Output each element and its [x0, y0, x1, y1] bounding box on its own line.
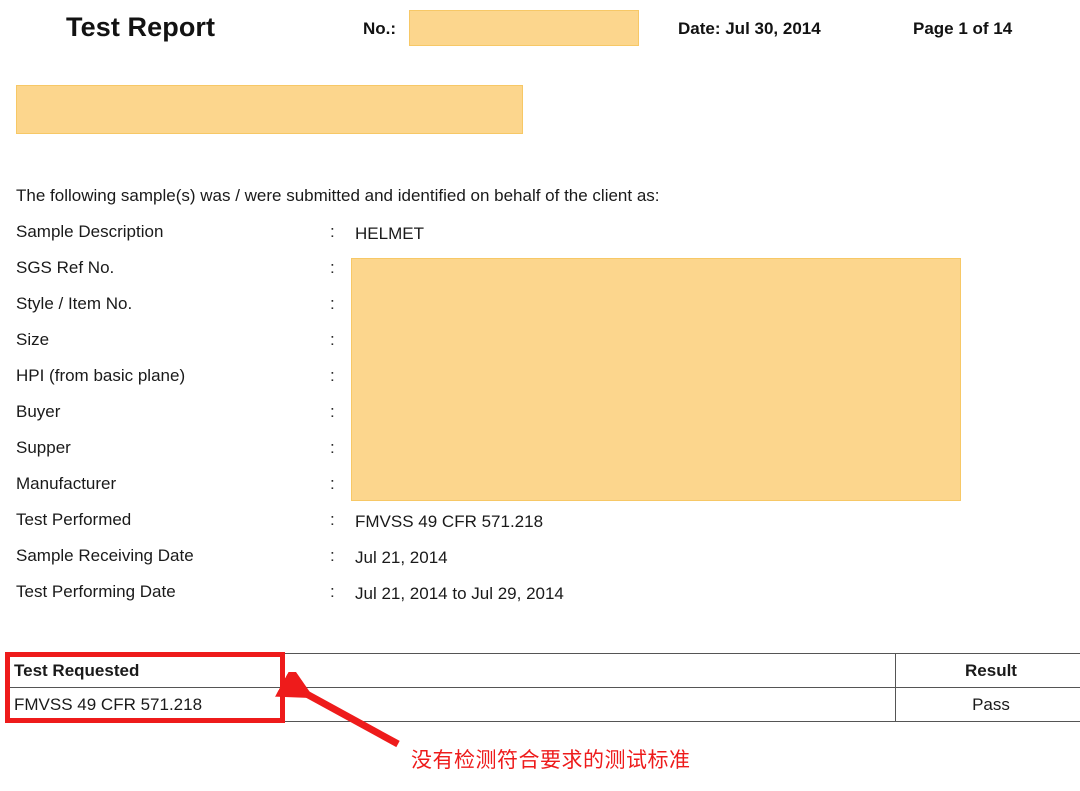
field-label: Size — [16, 330, 50, 349]
page-number: Page 1 of 14 — [913, 19, 1013, 38]
field-colon: : — [330, 402, 335, 421]
field-colon: : — [330, 474, 335, 493]
redaction-block-sample-details — [351, 258, 961, 501]
field-colon: : — [330, 294, 335, 313]
field-colon: : — [330, 222, 335, 241]
field-label: Test Performed — [16, 510, 132, 529]
page-title: Test Report — [66, 12, 216, 42]
field-label: Manufacturer — [16, 474, 117, 493]
field-row: Test Performing Date: Jul 21, 2014 to Jul… — [0, 582, 1080, 618]
field-label: Style / Item No. — [16, 294, 133, 313]
column-header-test-requested: Test Requested — [5, 653, 896, 688]
table-row: FMVSS 49 CFR 571.218 Pass — [5, 687, 1080, 722]
field-value: Jul 21, 2014 — [355, 548, 448, 567]
redaction-block-report-no — [409, 10, 639, 46]
field-value: Jul 21, 2014 to Jul 29, 2014 — [355, 584, 564, 603]
field-colon: : — [330, 330, 335, 349]
field-value: FMVSS 49 CFR 571.218 — [355, 512, 544, 531]
field-value: HELMET — [355, 224, 424, 243]
field-colon: : — [330, 546, 335, 565]
field-colon: : — [330, 510, 335, 529]
annotation-note-text: 没有检测符合要求的测试标准 — [411, 748, 691, 772]
field-label: Supper — [16, 438, 71, 457]
column-header-result: Result — [895, 653, 1080, 688]
field-colon: : — [330, 258, 335, 277]
field-row: Sample Receiving Date: Jul 21, 2014 — [0, 546, 1080, 582]
field-label: SGS Ref No. — [16, 258, 115, 277]
test-report-page: Test Report No.: Date: Jul 30, 2014 Page… — [0, 0, 1080, 791]
results-table-body: Test Requested Result FMVSS 49 CFR 571.2… — [5, 653, 1080, 722]
cell-test-requested: FMVSS 49 CFR 571.218 — [5, 687, 896, 722]
field-label: Sample Description — [16, 222, 164, 241]
field-label: Sample Receiving Date — [16, 546, 194, 565]
field-row: Test Performed: FMVSS 49 CFR 571.218 — [0, 510, 1080, 546]
field-colon: : — [330, 366, 335, 385]
field-colon: : — [330, 438, 335, 457]
field-label: HPI (from basic plane) — [16, 366, 186, 385]
redaction-block-address — [16, 85, 523, 134]
field-colon: : — [330, 582, 335, 601]
field-label: Test Performing Date — [16, 582, 176, 601]
intro-text: The following sample(s) was / were submi… — [16, 186, 660, 205]
results-table: Test Requested Result FMVSS 49 CFR 571.2… — [5, 653, 1080, 722]
field-row: Sample Description: HELMET — [0, 222, 1080, 258]
field-label: Buyer — [16, 402, 61, 421]
report-date: Date: Jul 30, 2014 — [678, 19, 821, 38]
table-header-row: Test Requested Result — [5, 653, 1080, 688]
report-no-label: No.: — [363, 19, 397, 38]
cell-result: Pass — [895, 687, 1080, 722]
